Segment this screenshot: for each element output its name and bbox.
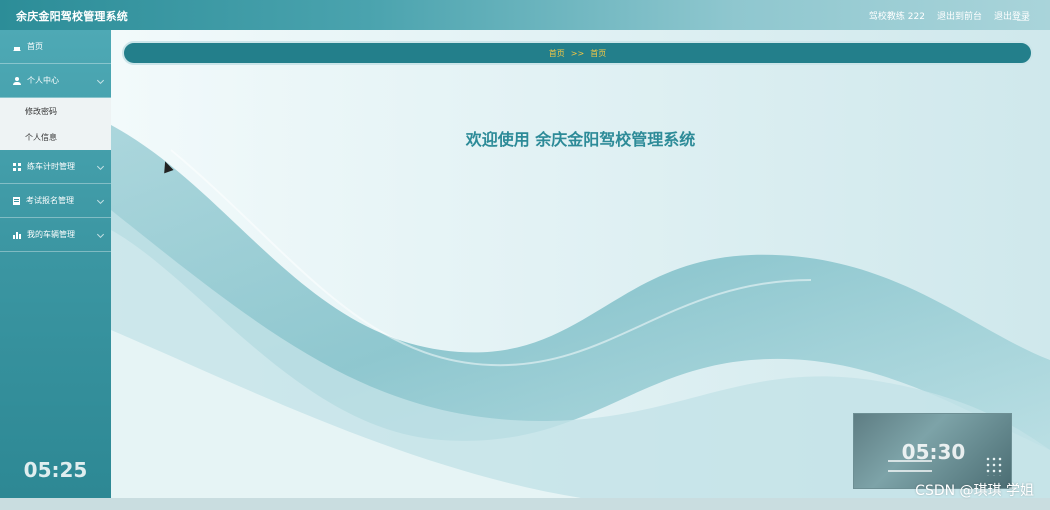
app-title: 余庆金阳驾校管理系统: [16, 10, 128, 23]
bar-chart-icon: [13, 230, 21, 239]
watermark: CSDN @琪琪 学姐: [915, 483, 1034, 499]
breadcrumb-current: 首页: [590, 48, 607, 58]
app-header: 余庆金阳驾校管理系统 驾校教练 222 退出到前台 退出登录: [0, 0, 1050, 30]
submenu-item-change-password[interactable]: 修改密码: [0, 98, 111, 124]
sidebar-clock: 05:25: [23, 458, 88, 482]
home-icon: [13, 43, 21, 51]
chevron-down-icon: [96, 230, 105, 239]
sidebar-item-label: 个人中心: [27, 76, 59, 85]
chevron-down-icon: [96, 162, 105, 171]
breadcrumb-separator: >>: [570, 48, 585, 58]
submenu-item-personal-info[interactable]: 个人信息: [0, 124, 111, 150]
minimize-icon[interactable]: [1016, 13, 1030, 27]
sidebar-item-home[interactable]: 首页: [0, 30, 111, 64]
sidebar-item-label: 考试报名管理: [26, 196, 74, 205]
breadcrumb-home-link[interactable]: 首页: [549, 48, 565, 59]
sidebar: 首页 个人中心 修改密码 个人信息 练车计时管理 考试报名管理 我的车辆管理 0…: [0, 30, 111, 498]
breadcrumb: 首页 >> 首页: [122, 41, 1033, 65]
sidebar-item-personal-center[interactable]: 个人中心: [0, 64, 111, 98]
sidebar-item-my-vehicles[interactable]: 我的车辆管理: [0, 218, 111, 252]
video-thumbnail[interactable]: 05:30: [853, 413, 1012, 489]
sidebar-item-exam-registration[interactable]: 考试报名管理: [0, 184, 111, 218]
sidebar-item-label: 首页: [27, 42, 43, 51]
window-controls: [156, 13, 1030, 27]
sidebar-item-label: 我的车辆管理: [27, 230, 75, 239]
user-icon: [13, 76, 21, 85]
chevron-down-icon: [96, 196, 105, 205]
welcome-heading: 欢迎使用 余庆金阳驾校管理系统: [465, 130, 696, 149]
chevron-down-icon: [96, 76, 105, 85]
sidebar-item-practice-timing[interactable]: 练车计时管理: [0, 150, 111, 184]
grid-icon: [13, 162, 21, 171]
grid-dots-icon: [985, 456, 1003, 476]
menu-icon: [888, 460, 932, 472]
personal-center-submenu: 修改密码 个人信息: [0, 98, 111, 150]
sidebar-item-label: 练车计时管理: [27, 162, 75, 171]
bottom-strip: [0, 498, 1050, 510]
document-icon: [13, 196, 20, 205]
